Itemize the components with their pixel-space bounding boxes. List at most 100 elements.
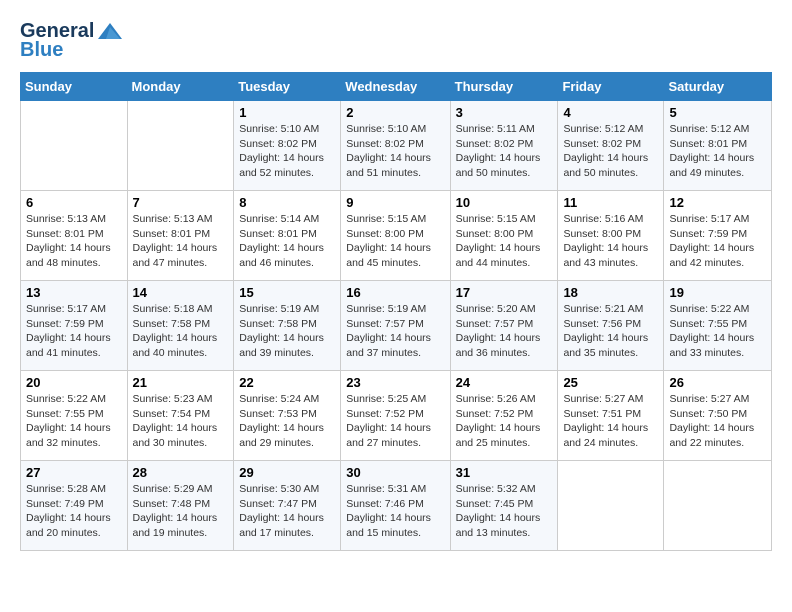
day-number: 18: [563, 285, 658, 300]
day-info: Sunrise: 5:24 AMSunset: 7:53 PMDaylight:…: [239, 392, 335, 451]
day-info: Sunrise: 5:18 AMSunset: 7:58 PMDaylight:…: [133, 302, 229, 361]
calendar-week-row: 6 Sunrise: 5:13 AMSunset: 8:01 PMDaylight…: [21, 191, 772, 281]
calendar-cell: 23 Sunrise: 5:25 AMSunset: 7:52 PMDayligh…: [341, 371, 450, 461]
day-number: 2: [346, 105, 444, 120]
calendar-cell: 27 Sunrise: 5:28 AMSunset: 7:49 PMDayligh…: [21, 461, 128, 551]
logo-icon: [96, 21, 124, 43]
logo-blue-text: Blue: [20, 39, 63, 62]
calendar-cell: [664, 461, 772, 551]
calendar-cell: [21, 101, 128, 191]
header-tuesday: Tuesday: [234, 73, 341, 101]
day-number: 15: [239, 285, 335, 300]
day-number: 31: [456, 465, 553, 480]
day-number: 19: [669, 285, 766, 300]
day-number: 28: [133, 465, 229, 480]
calendar-cell: 9Sunrise: 5:15 AMSunset: 8:00 PMDaylight…: [341, 191, 450, 281]
calendar-cell: 28 Sunrise: 5:29 AMSunset: 7:48 PMDayligh…: [127, 461, 234, 551]
calendar-cell: 11 Sunrise: 5:16 AMSunset: 8:00 PMDayligh…: [558, 191, 664, 281]
calendar-cell: 6 Sunrise: 5:13 AMSunset: 8:01 PMDaylight…: [21, 191, 128, 281]
day-info: Sunrise: 5:10 AMSunset: 8:02 PMDaylight:…: [346, 122, 444, 181]
calendar-cell: 4 Sunrise: 5:12 AMSunset: 8:02 PMDaylight…: [558, 101, 664, 191]
header-friday: Friday: [558, 73, 664, 101]
day-number: 5: [669, 105, 766, 120]
calendar-cell: 31Sunrise: 5:32 AMSunset: 7:45 PMDayligh…: [450, 461, 558, 551]
day-info: Sunrise: 5:30 AMSunset: 7:47 PMDaylight:…: [239, 482, 335, 541]
day-number: 26: [669, 375, 766, 390]
day-info: Sunrise: 5:23 AMSunset: 7:54 PMDaylight:…: [133, 392, 229, 451]
day-info: Sunrise: 5:21 AMSunset: 7:56 PMDaylight:…: [563, 302, 658, 361]
day-number: 13: [26, 285, 122, 300]
calendar-week-row: 13 Sunrise: 5:17 AMSunset: 7:59 PMDayligh…: [21, 281, 772, 371]
day-info: Sunrise: 5:25 AMSunset: 7:52 PMDaylight:…: [346, 392, 444, 451]
calendar-cell: 5 Sunrise: 5:12 AMSunset: 8:01 PMDaylight…: [664, 101, 772, 191]
calendar-cell: 22 Sunrise: 5:24 AMSunset: 7:53 PMDayligh…: [234, 371, 341, 461]
day-number: 12: [669, 195, 766, 210]
logo: General Blue: [20, 20, 124, 62]
day-number: 11: [563, 195, 658, 210]
day-number: 27: [26, 465, 122, 480]
calendar-cell: 8 Sunrise: 5:14 AMSunset: 8:01 PMDaylight…: [234, 191, 341, 281]
calendar-cell: 13 Sunrise: 5:17 AMSunset: 7:59 PMDayligh…: [21, 281, 128, 371]
day-info: Sunrise: 5:12 AMSunset: 8:02 PMDaylight:…: [563, 122, 658, 181]
header-sunday: Sunday: [21, 73, 128, 101]
day-number: 14: [133, 285, 229, 300]
calendar-cell: [127, 101, 234, 191]
day-info: Sunrise: 5:22 AMSunset: 7:55 PMDaylight:…: [26, 392, 122, 451]
calendar-cell: 7Sunrise: 5:13 AMSunset: 8:01 PMDaylight…: [127, 191, 234, 281]
day-number: 24: [456, 375, 553, 390]
day-number: 8: [239, 195, 335, 210]
calendar-cell: 14 Sunrise: 5:18 AMSunset: 7:58 PMDayligh…: [127, 281, 234, 371]
day-info: Sunrise: 5:27 AMSunset: 7:50 PMDaylight:…: [669, 392, 766, 451]
calendar-cell: 19Sunrise: 5:22 AMSunset: 7:55 PMDayligh…: [664, 281, 772, 371]
day-info: Sunrise: 5:19 AMSunset: 7:57 PMDaylight:…: [346, 302, 444, 361]
day-number: 22: [239, 375, 335, 390]
day-number: 21: [133, 375, 229, 390]
day-info: Sunrise: 5:28 AMSunset: 7:49 PMDaylight:…: [26, 482, 122, 541]
day-info: Sunrise: 5:11 AMSunset: 8:02 PMDaylight:…: [456, 122, 553, 181]
calendar-header-row: SundayMondayTuesdayWednesdayThursdayFrid…: [21, 73, 772, 101]
day-number: 23: [346, 375, 444, 390]
day-info: Sunrise: 5:20 AMSunset: 7:57 PMDaylight:…: [456, 302, 553, 361]
calendar-cell: 3 Sunrise: 5:11 AMSunset: 8:02 PMDaylight…: [450, 101, 558, 191]
day-number: 25: [563, 375, 658, 390]
calendar-cell: 26 Sunrise: 5:27 AMSunset: 7:50 PMDayligh…: [664, 371, 772, 461]
day-info: Sunrise: 5:13 AMSunset: 8:01 PMDaylight:…: [26, 212, 122, 271]
day-info: Sunrise: 5:17 AMSunset: 7:59 PMDaylight:…: [669, 212, 766, 271]
calendar-cell: 10 Sunrise: 5:15 AMSunset: 8:00 PMDayligh…: [450, 191, 558, 281]
day-number: 10: [456, 195, 553, 210]
header-wednesday: Wednesday: [341, 73, 450, 101]
day-number: 7: [133, 195, 229, 210]
calendar-cell: 30Sunrise: 5:31 AMSunset: 7:46 PMDayligh…: [341, 461, 450, 551]
day-number: 3: [456, 105, 553, 120]
day-number: 17: [456, 285, 553, 300]
day-info: Sunrise: 5:26 AMSunset: 7:52 PMDaylight:…: [456, 392, 553, 451]
day-info: Sunrise: 5:17 AMSunset: 7:59 PMDaylight:…: [26, 302, 122, 361]
day-info: Sunrise: 5:16 AMSunset: 8:00 PMDaylight:…: [563, 212, 658, 271]
day-number: 9: [346, 195, 444, 210]
header-saturday: Saturday: [664, 73, 772, 101]
calendar-cell: 24 Sunrise: 5:26 AMSunset: 7:52 PMDayligh…: [450, 371, 558, 461]
day-number: 20: [26, 375, 122, 390]
day-info: Sunrise: 5:14 AMSunset: 8:01 PMDaylight:…: [239, 212, 335, 271]
day-info: Sunrise: 5:15 AMSunset: 8:00 PMDaylight:…: [456, 212, 553, 271]
day-info: Sunrise: 5:31 AMSunset: 7:46 PMDaylight:…: [346, 482, 444, 541]
day-info: Sunrise: 5:19 AMSunset: 7:58 PMDaylight:…: [239, 302, 335, 361]
day-number: 4: [563, 105, 658, 120]
day-number: 29: [239, 465, 335, 480]
calendar-cell: 12 Sunrise: 5:17 AMSunset: 7:59 PMDayligh…: [664, 191, 772, 281]
calendar-cell: 1 Sunrise: 5:10 AMSunset: 8:02 PMDaylight…: [234, 101, 341, 191]
day-info: Sunrise: 5:12 AMSunset: 8:01 PMDaylight:…: [669, 122, 766, 181]
calendar-cell: 21 Sunrise: 5:23 AMSunset: 7:54 PMDayligh…: [127, 371, 234, 461]
calendar-cell: 17 Sunrise: 5:20 AMSunset: 7:57 PMDayligh…: [450, 281, 558, 371]
calendar-week-row: 20 Sunrise: 5:22 AMSunset: 7:55 PMDayligh…: [21, 371, 772, 461]
day-info: Sunrise: 5:10 AMSunset: 8:02 PMDaylight:…: [239, 122, 335, 181]
calendar-cell: [558, 461, 664, 551]
calendar-cell: 29 Sunrise: 5:30 AMSunset: 7:47 PMDayligh…: [234, 461, 341, 551]
day-number: 6: [26, 195, 122, 210]
header-thursday: Thursday: [450, 73, 558, 101]
day-number: 1: [239, 105, 335, 120]
day-info: Sunrise: 5:29 AMSunset: 7:48 PMDaylight:…: [133, 482, 229, 541]
calendar-week-row: 27 Sunrise: 5:28 AMSunset: 7:49 PMDayligh…: [21, 461, 772, 551]
calendar-cell: 20 Sunrise: 5:22 AMSunset: 7:55 PMDayligh…: [21, 371, 128, 461]
page-header: General Blue: [20, 20, 772, 62]
